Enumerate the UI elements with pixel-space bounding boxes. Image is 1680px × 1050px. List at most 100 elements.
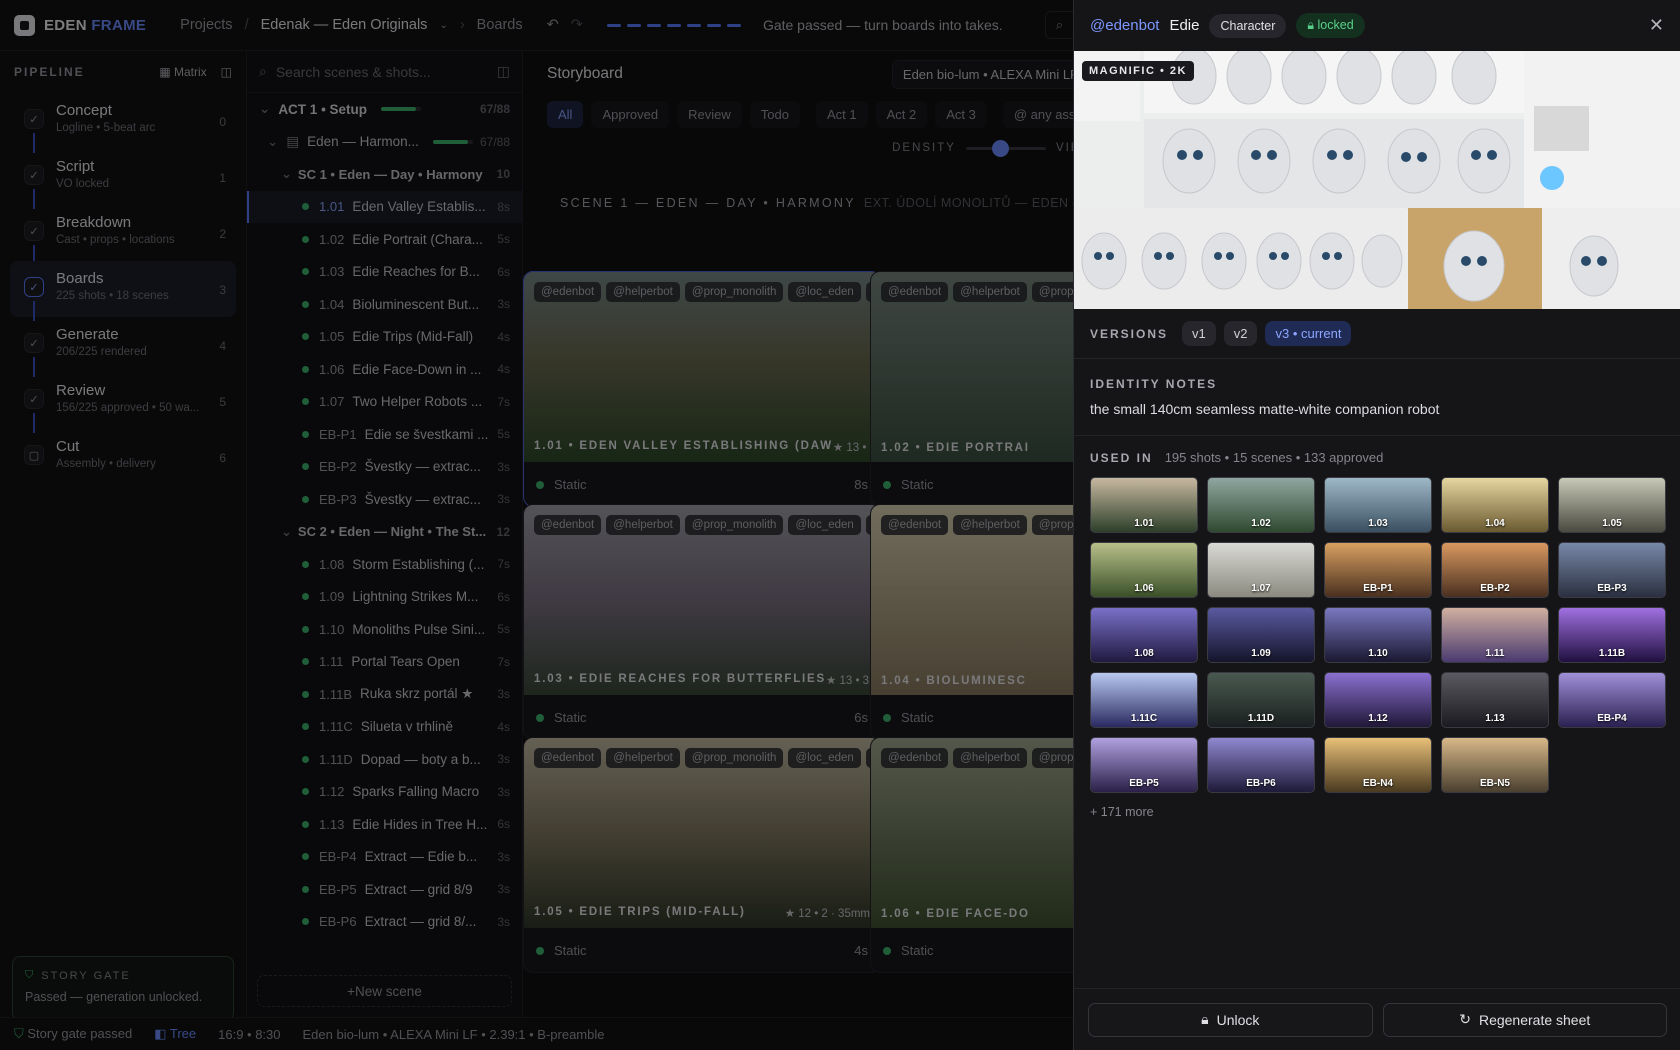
tree-shot[interactable]: 1.03 Edie Reaches for B... 6s	[247, 256, 522, 289]
storyboard-card[interactable]: @edenbot@helperbot@prop_monolith@loc_ede…	[870, 271, 1073, 507]
used-in-thumbnail[interactable]: EB-P1	[1324, 542, 1432, 598]
used-in-thumbnail[interactable]: 1.03	[1324, 477, 1432, 533]
asset-tag[interactable]: @prop_monolith	[684, 748, 784, 768]
asset-tag[interactable]: @prop_monolith	[684, 515, 784, 535]
used-in-thumbnail[interactable]: 1.08	[1090, 607, 1198, 663]
panel-toggle-icon[interactable]: ◫	[497, 63, 510, 80]
used-in-thumbnail[interactable]: EB-P4	[1558, 672, 1666, 728]
used-in-thumbnail[interactable]: 1.11	[1441, 607, 1549, 663]
filter-chip[interactable]: Act 2	[875, 101, 928, 128]
asset-tag[interactable]: @prop_monolith	[684, 282, 784, 302]
used-in-thumbnail[interactable]: EB-N4	[1324, 737, 1432, 793]
filter-chip[interactable]: Todo	[749, 101, 800, 128]
version-pill[interactable]: v1	[1182, 321, 1216, 346]
storyboard-card[interactable]: @edenbot@helperbot@prop_monolith@loc_ede…	[523, 271, 881, 507]
tree-shot[interactable]: 1.11 Portal Tears Open 7s	[247, 646, 522, 679]
used-in-thumbnail[interactable]: 1.11C	[1090, 672, 1198, 728]
used-in-thumbnail[interactable]: EB-P6	[1207, 737, 1315, 793]
used-in-thumbnail[interactable]: 1.06	[1090, 542, 1198, 598]
matrix-button[interactable]: ▦ Matrix	[159, 65, 206, 79]
used-in-thumbnail[interactable]: 1.11D	[1207, 672, 1315, 728]
asset-tag[interactable]: @edenbot	[534, 748, 602, 768]
asset-tag[interactable]: @edenbot	[534, 282, 602, 302]
storyboard-card[interactable]: @edenbot@helperbot@prop_monolith@loc_ede…	[870, 504, 1073, 740]
tree-shot[interactable]: 1.11C Silueta v trhlině 4s	[247, 711, 522, 744]
asset-tag[interactable]: @helperbot	[606, 515, 680, 535]
asset-tag[interactable]: @helperbot	[606, 282, 680, 302]
used-in-thumbnail[interactable]: 1.09	[1207, 607, 1315, 663]
new-scene-button[interactable]: + New scene	[257, 975, 512, 1007]
stage-review[interactable]: ✓ Review 156/225 approved • 50 wa... 5	[10, 373, 236, 433]
crumb-boards[interactable]: Boards	[477, 17, 523, 33]
asset-tag[interactable]: @helperbot	[606, 748, 680, 768]
search-icon[interactable]: ⌕	[1045, 11, 1073, 39]
tree-search[interactable]: ⌕ Search scenes & shots... ◫	[247, 51, 522, 93]
used-in-thumbnail[interactable]: 1.02	[1207, 477, 1315, 533]
tree-act[interactable]: ⌄ ACT 1 • Setup 67/88	[247, 93, 522, 126]
tree-shot[interactable]: 1.10 Monoliths Pulse Sini... 5s	[247, 613, 522, 646]
asset-tag[interactable]: @prop_monolith	[1031, 515, 1073, 535]
used-in-thumbnail[interactable]: EB-P3	[1558, 542, 1666, 598]
version-pill[interactable]: v2	[1223, 321, 1258, 346]
tree-shot[interactable]: 1.13 Edie Hides in Tree H... 6s	[247, 808, 522, 841]
asset-tag[interactable]: @prop_monolith	[1031, 282, 1073, 302]
more-link[interactable]: + 171 more	[1090, 805, 1664, 819]
asset-tag[interactable]: @loc_eden	[788, 748, 861, 768]
chevron-down-icon[interactable]: ⌄	[439, 20, 447, 31]
used-in-thumbnail[interactable]: EB-N5	[1441, 737, 1549, 793]
filter-chip[interactable]: All	[547, 101, 584, 128]
asset-tag[interactable]: @edenbot	[881, 282, 949, 302]
redo-icon[interactable]: ↷	[571, 17, 583, 33]
filter-chip[interactable]: Approved	[591, 101, 670, 128]
tree-shot[interactable]: 1.05 Edie Trips (Mid-Fall) 4s	[247, 321, 522, 354]
tree-shot[interactable]: EB-P2 Švestky — extrac... 3s	[247, 451, 522, 484]
used-in-thumbnail[interactable]: 1.10	[1324, 607, 1432, 663]
tree-shot[interactable]: EB-P4 Extract — Edie b... 3s	[247, 841, 522, 874]
stage-boards[interactable]: ✓ Boards 225 shots • 18 scenes 3	[10, 261, 236, 321]
asset-tag[interactable]: @helperbot	[953, 282, 1027, 302]
stage-cut[interactable]: ▢ Cut Assembly • delivery 6	[10, 429, 236, 485]
search-input[interactable]: Search scenes & shots...	[276, 64, 431, 80]
tree-shot[interactable]: 1.11D Dopad — boty a b... 3s	[247, 743, 522, 776]
asset-tag[interactable]: @loc_eden	[788, 515, 861, 535]
filter-chip[interactable]: Review	[677, 101, 742, 128]
density-slider[interactable]	[965, 139, 1046, 157]
tree-shot[interactable]: 1.12 Sparks Falling Macro 3s	[247, 776, 522, 809]
asset-tag[interactable]: @edenbot	[881, 515, 949, 535]
close-icon[interactable]: ✕	[1649, 15, 1664, 36]
stage-breakdown[interactable]: ✓ Breakdown Cast • props • locations 2	[10, 205, 236, 265]
tree-shot[interactable]: 1.04 Bioluminescent But... 3s	[247, 288, 522, 321]
storyboard-card[interactable]: @edenbot@helperbot@prop_monolith@loc_ede…	[870, 737, 1073, 973]
asset-tag[interactable]: @edenbot	[881, 748, 949, 768]
asset-tag[interactable]: @helperbot	[953, 748, 1027, 768]
tree-shot[interactable]: 1.06 Edie Face-Down in ... 4s	[247, 353, 522, 386]
tree-scene[interactable]: ⌄ SC 2 • Eden — Night • The St... 12	[247, 516, 522, 549]
collapse-sidebar-icon[interactable]: ◫	[221, 65, 232, 79]
tree-shot[interactable]: 1.09 Lightning Strikes M... 6s	[247, 581, 522, 614]
stage-generate[interactable]: ✓ Generate 206/225 rendered 4	[10, 317, 236, 377]
regenerate-sheet-button[interactable]: ↻ Regenerate sheet	[1382, 1002, 1667, 1037]
unlock-button[interactable]: 🔒︎ Unlock	[1088, 1002, 1373, 1037]
tree-view-toggle[interactable]: ◧ Tree	[154, 1026, 196, 1042]
storyboard-card[interactable]: @edenbot@helperbot@prop_monolith@loc_ede…	[523, 737, 881, 973]
storyboard-card[interactable]: @edenbot@helperbot@prop_monolith@loc_ede…	[523, 504, 881, 740]
tree-shot[interactable]: 1.02 Edie Portrait (Chara... 5s	[247, 223, 522, 256]
used-in-thumbnail[interactable]: 1.04	[1441, 477, 1549, 533]
tree-shot[interactable]: EB-P1 Edie se švestkami ... 5s	[247, 418, 522, 451]
used-in-thumbnail[interactable]: 1.11B	[1558, 607, 1666, 663]
tree-shot[interactable]: 1.07 Two Helper Robots ... 7s	[247, 386, 522, 419]
tree-sequence[interactable]: ⌄ ▤ Eden — Harmon... 67/88	[247, 126, 522, 159]
used-in-thumbnail[interactable]: 1.05	[1558, 477, 1666, 533]
used-in-thumbnail[interactable]: EB-P2	[1441, 542, 1549, 598]
version-pill[interactable]: v3 • current	[1265, 321, 1352, 346]
asset-tag[interactable]: @loc_eden	[788, 282, 861, 302]
used-in-thumbnail[interactable]: 1.12	[1324, 672, 1432, 728]
tree-shot[interactable]: 1.08 Storm Establishing (... 7s	[247, 548, 522, 581]
crumb-project[interactable]: Edenak — Eden Originals	[261, 17, 428, 33]
asset-tag[interactable]: @helperbot	[953, 515, 1027, 535]
tree-shot[interactable]: EB-P3 Švestky — extrac... 3s	[247, 483, 522, 516]
camera-preset[interactable]: Eden bio-lum • ALEXA Mini LF	[891, 59, 1073, 89]
tree-shot[interactable]: 1.11B Ruka skrz portál ★ 3s	[247, 678, 522, 711]
filter-chip[interactable]: @ any asset	[1002, 101, 1073, 128]
tree-shot[interactable]: EB-P6 Extract — grid 8/... 3s	[247, 906, 522, 939]
